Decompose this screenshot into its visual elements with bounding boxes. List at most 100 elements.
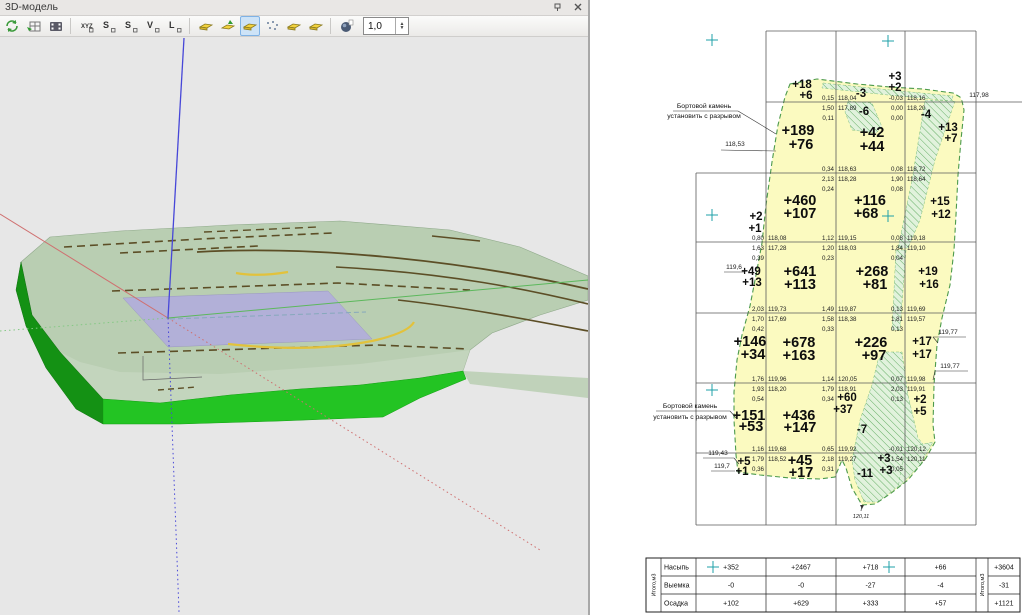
slab-view-5-icon[interactable] [306, 16, 326, 36]
elevation-value: 118,20 [768, 386, 787, 393]
svg-text:S: S [125, 20, 131, 30]
work-depth-value: 1,93 [752, 386, 765, 393]
elevation-value: 118,52 [768, 456, 787, 463]
elevation-value: 117,89 [838, 105, 857, 112]
work-depth-value: 0,13 [891, 306, 904, 313]
terrain-right-wedge [463, 371, 588, 398]
add-to-scene-icon[interactable] [24, 16, 44, 36]
elevation-value: 119,15 [838, 235, 857, 242]
work-depth-value: 0,08 [891, 166, 904, 173]
volume-label: +13 [742, 277, 762, 289]
elevation-value: 120,05 [838, 376, 857, 383]
svg-text:V: V [147, 20, 153, 30]
volume-label: +6 [799, 90, 812, 102]
work-depth-value: 1,14 [822, 376, 835, 383]
xyz-axes-icon[interactable]: XYZ [77, 16, 97, 36]
volume-label: +16 [919, 279, 939, 291]
slab-view-2-icon[interactable] [218, 16, 238, 36]
work-depth-value: 0,00 [891, 115, 904, 122]
table-total-value: +3604 [994, 565, 1014, 572]
slab-view-4-icon[interactable] [284, 16, 304, 36]
elevation-value: 119,92 [838, 446, 857, 453]
table-border [646, 558, 1020, 612]
table-side-label-right: Итого,м3 [980, 574, 986, 597]
elevation-value: 119,68 [768, 446, 787, 453]
volume-label: +2 [888, 82, 901, 94]
elevation-value: 118,63 [838, 166, 857, 173]
scale-spinner[interactable]: 1,0 ▲▼ [363, 17, 409, 35]
render-sphere-icon[interactable] [337, 16, 357, 36]
work-depth-value: 0,23 [822, 255, 835, 262]
work-depth-value: 0,13 [891, 326, 904, 333]
slab-view-1-icon[interactable] [196, 16, 216, 36]
panel-title: 3D-модель [5, 1, 58, 13]
elevation-value: 117,28 [768, 245, 787, 252]
survey-cross-icon [706, 34, 718, 46]
low-point-marker [860, 505, 864, 511]
table-total-value: -31 [999, 583, 1009, 590]
terrain-3d-render [0, 37, 588, 615]
survey-cross-icon [706, 209, 718, 221]
line-mode-icon[interactable]: L [165, 16, 185, 36]
svg-text:XYZ: XYZ [81, 24, 93, 30]
elevation-value: 119,18 [907, 235, 926, 242]
elevation-value: 119,57 [907, 316, 926, 323]
work-depth-value: 1,12 [822, 235, 835, 242]
elevation-leader-label: 119,77 [940, 363, 960, 370]
application-window: 3D-модель XYZ SS V L 1,0 ▲▼ [0, 0, 1024, 615]
volume-label: +2 [913, 394, 926, 406]
video-record-icon[interactable] [46, 16, 66, 36]
elevation-value: 118,03 [838, 245, 857, 252]
refresh-model-icon[interactable] [2, 16, 22, 36]
elevation-value: 119,98 [907, 376, 926, 383]
3d-viewport[interactable] [0, 37, 588, 615]
slab-view-3-icon[interactable] [240, 16, 260, 36]
surface-point-icon[interactable]: S [99, 16, 119, 36]
elevation-value: 118,72 [907, 166, 926, 173]
work-depth-value: 0,80 [752, 235, 765, 242]
work-depth-value: 2,03 [752, 306, 765, 313]
volume-label: +81 [863, 277, 888, 293]
work-depth-value: 0,54 [752, 396, 765, 403]
elevation-value: 119,10 [907, 245, 926, 252]
toolbar-separator [330, 18, 331, 34]
work-depth-value: 1,90 [891, 176, 904, 183]
cartogram-drawing: +18+6+3+2-3-6-4+13+7+189+76+42+44+2+1+46… [590, 0, 1024, 615]
cartogram-panel[interactable]: +18+6+3+2-3-6-4+13+7+189+76+42+44+2+1+46… [590, 0, 1024, 615]
work-depth-value: 0,39 [752, 255, 765, 262]
table-row-label: Выемка [664, 583, 690, 590]
work-depth-value: 0,36 [752, 466, 765, 473]
elevation-value: 118,20 [907, 105, 926, 112]
scale-value: 1,0 [364, 21, 395, 32]
table-cell-value: +66 [935, 565, 947, 572]
surface-square-icon[interactable]: S [121, 16, 141, 36]
work-depth-value: -0,01 [889, 446, 904, 453]
curb-note-line2: установить с разрывом [653, 414, 727, 421]
work-depth-value: 1,58 [822, 316, 835, 323]
table-cell-value: -0 [798, 583, 804, 590]
table-cell-value: +102 [723, 601, 739, 608]
vector-icon[interactable]: V [143, 16, 163, 36]
survey-cross-icon [707, 561, 719, 573]
table-cell-value: -0 [728, 583, 734, 590]
work-depth-value: 1,50 [822, 105, 835, 112]
volume-label: +1 [748, 223, 762, 235]
table-side-label-left: Итого,м3 [652, 574, 658, 597]
pin-panel-icon[interactable] [552, 1, 565, 13]
wireframe-points-icon[interactable] [262, 16, 282, 36]
work-depth-value: 0,05 [891, 466, 904, 473]
table-cell-value: -27 [865, 583, 875, 590]
elevation-value: 118,04 [838, 95, 857, 102]
work-depth-value: 0,24 [822, 186, 835, 193]
spinner-arrows-icon[interactable]: ▲▼ [395, 18, 408, 34]
work-depth-value: 1,70 [752, 316, 765, 323]
table-cell-value: -4 [937, 583, 943, 590]
volume-label: +34 [741, 347, 766, 363]
volume-label: -3 [856, 88, 866, 100]
survey-cross-icon [706, 384, 718, 396]
volume-label: +76 [789, 137, 814, 153]
work-depth-value: 1,81 [891, 316, 904, 323]
work-depth-value: 1,49 [822, 306, 835, 313]
work-depth-value: 0,04 [891, 255, 904, 262]
close-panel-icon[interactable] [571, 1, 584, 13]
